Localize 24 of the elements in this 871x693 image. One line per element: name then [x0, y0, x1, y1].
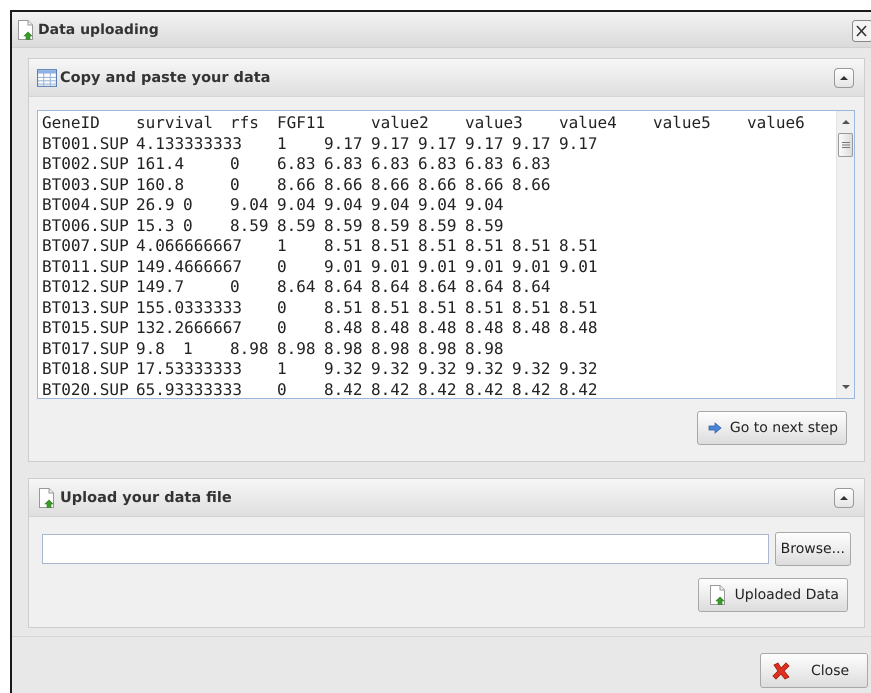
browse-button[interactable]: Browse... — [774, 532, 851, 566]
arrow-right-icon — [708, 422, 722, 434]
close-button[interactable]: Close — [760, 653, 868, 688]
caret-icon — [839, 494, 849, 502]
next-step-button[interactable]: Go to next step — [696, 411, 847, 445]
file-path-field[interactable] — [42, 534, 769, 564]
scroll-up-icon[interactable] — [840, 118, 850, 126]
data-text-area[interactable]: GeneID survival rfs FGF11 value2 value3 value4 value5 value6 BT001.SUP 4.133333333 1 9.17 9.17 9.17 9.17 9.17 9.17 BT002.SUP 161.4 0 6.83 6.83 6.83 6.83 6.83 6.83 BT003.SUP 160.8 0 8.66 8.66 8.66 8.66 8.66 8.66 BT004.SUP 26.9 0 9.04 9.04 9.04 9.04 9.04 9.04 BT006.SUP 15.3 0 8.59 8.59 8.59 8.59 8.59 8.59 BT007.SUP 4.066666667 1 8.51 8.51 8.51 8.51 8.51 8.51 BT011.SUP 149.4666667 0 9.01 9.01 9.01 9.01 9.01 9.01 BT012.SUP 149.7 0 8.64 8.64 8.64 8.64 8.64 8.64 BT013.SUP 155.0333333 0 8.51 8.51 8.51 8.51 8.51 8.51 BT015.SUP 132.2666667 0 8.48 8.48 8.48 8.48 8.48 8.48 BT017.SUP 9.8 1 8.98 8.98 8.98 8.98 8.98 8.98 BT018.SUP 17.53333333 1 9.32 9.32 9.32 9.32 9.32 9.32 BT020.SUP 65.93333333 0 8.42 8.42 8.42 8.42 8.42 8.42 — [37, 110, 855, 399]
cross-icon — [771, 660, 791, 680]
document-upload-icon — [708, 585, 727, 605]
collapse-button[interactable] — [834, 68, 854, 88]
document-upload-icon — [37, 488, 57, 508]
scroll-thumb[interactable] — [838, 133, 853, 157]
scrollbar[interactable] — [836, 111, 854, 398]
upload-button[interactable]: Uploaded Data — [698, 578, 848, 612]
window-title: Data uploading — [38, 22, 159, 38]
document-upload-icon — [16, 20, 36, 40]
scroll-down-icon[interactable] — [840, 383, 850, 391]
caret-icon — [839, 74, 849, 82]
close-icon[interactable] — [852, 20, 871, 42]
table-icon — [37, 68, 57, 88]
panel-title: Copy and paste your data — [60, 70, 270, 86]
collapse-button[interactable] — [834, 488, 854, 508]
panel-title: Upload your data file — [60, 490, 232, 506]
